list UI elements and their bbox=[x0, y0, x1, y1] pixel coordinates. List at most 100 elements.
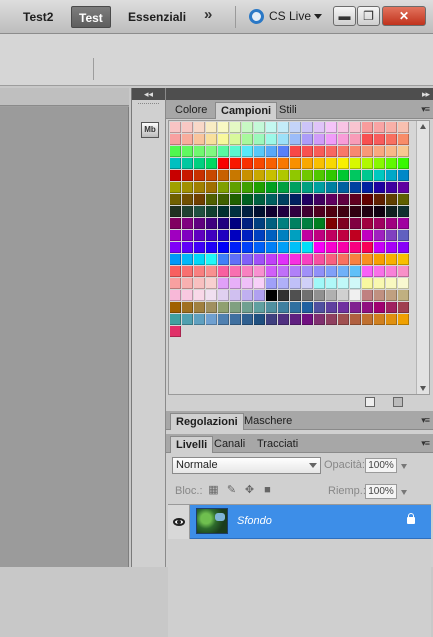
swatch[interactable] bbox=[398, 194, 409, 205]
swatch[interactable] bbox=[338, 194, 349, 205]
swatch[interactable] bbox=[350, 122, 361, 133]
swatch[interactable] bbox=[266, 146, 277, 157]
swatch[interactable] bbox=[254, 278, 265, 289]
swatch[interactable] bbox=[302, 302, 313, 313]
swatch[interactable] bbox=[326, 146, 337, 157]
swatch[interactable] bbox=[182, 158, 193, 169]
swatch[interactable] bbox=[302, 254, 313, 265]
swatch[interactable] bbox=[314, 230, 325, 241]
swatch[interactable] bbox=[278, 146, 289, 157]
swatch[interactable] bbox=[314, 266, 325, 277]
swatch[interactable] bbox=[386, 194, 397, 205]
trash-icon[interactable] bbox=[393, 397, 403, 407]
swatch[interactable] bbox=[290, 242, 301, 253]
swatch[interactable] bbox=[314, 146, 325, 157]
swatch[interactable] bbox=[206, 194, 217, 205]
swatch[interactable] bbox=[218, 218, 229, 229]
swatch[interactable] bbox=[302, 158, 313, 169]
lock-transparency-icon[interactable]: ▦ bbox=[208, 485, 219, 496]
swatch[interactable] bbox=[350, 218, 361, 229]
tab-maschere[interactable]: Maschere bbox=[239, 413, 297, 430]
swatch[interactable] bbox=[350, 230, 361, 241]
fill-slider-toggle-icon[interactable] bbox=[401, 490, 407, 495]
swatch[interactable] bbox=[242, 170, 253, 181]
swatch[interactable] bbox=[374, 182, 385, 193]
swatch[interactable] bbox=[206, 278, 217, 289]
swatch[interactable] bbox=[302, 206, 313, 217]
swatch[interactable] bbox=[242, 230, 253, 241]
swatch[interactable] bbox=[242, 302, 253, 313]
swatch[interactable] bbox=[218, 266, 229, 277]
swatch[interactable] bbox=[326, 170, 337, 181]
tab-canali[interactable]: Canali bbox=[209, 436, 250, 453]
swatch[interactable] bbox=[266, 218, 277, 229]
swatch[interactable] bbox=[386, 158, 397, 169]
swatch[interactable] bbox=[230, 134, 241, 145]
swatch[interactable] bbox=[326, 218, 337, 229]
swatch[interactable] bbox=[314, 254, 325, 265]
swatch[interactable] bbox=[338, 182, 349, 193]
swatch[interactable] bbox=[266, 254, 277, 265]
tab-tracciati[interactable]: Tracciati bbox=[252, 436, 303, 453]
swatch[interactable] bbox=[302, 314, 313, 325]
swatch[interactable] bbox=[182, 182, 193, 193]
swatch[interactable] bbox=[194, 134, 205, 145]
swatch[interactable] bbox=[302, 146, 313, 157]
workspace-test[interactable]: Test bbox=[71, 6, 111, 28]
close-button[interactable]: ✕ bbox=[382, 6, 426, 26]
cs-live-icon[interactable] bbox=[249, 9, 264, 24]
expand-panels-button[interactable]: ◂◂ bbox=[132, 88, 165, 100]
swatch[interactable] bbox=[170, 134, 181, 145]
swatch[interactable] bbox=[290, 314, 301, 325]
document-area[interactable] bbox=[0, 88, 129, 567]
swatch[interactable] bbox=[362, 242, 373, 253]
swatch[interactable] bbox=[170, 266, 181, 277]
swatch[interactable] bbox=[242, 254, 253, 265]
swatch[interactable] bbox=[350, 146, 361, 157]
swatch[interactable] bbox=[206, 266, 217, 277]
swatch[interactable] bbox=[254, 122, 265, 133]
swatch[interactable] bbox=[362, 218, 373, 229]
swatch[interactable] bbox=[338, 278, 349, 289]
swatch[interactable] bbox=[386, 134, 397, 145]
swatch[interactable] bbox=[374, 266, 385, 277]
swatch[interactable] bbox=[374, 134, 385, 145]
swatch[interactable] bbox=[386, 170, 397, 181]
swatch[interactable] bbox=[218, 302, 229, 313]
swatch[interactable] bbox=[326, 122, 337, 133]
swatch[interactable] bbox=[194, 146, 205, 157]
swatch[interactable] bbox=[350, 206, 361, 217]
swatch[interactable] bbox=[398, 302, 409, 313]
swatch[interactable] bbox=[290, 182, 301, 193]
swatch[interactable] bbox=[338, 134, 349, 145]
swatch[interactable] bbox=[170, 194, 181, 205]
swatch[interactable] bbox=[206, 134, 217, 145]
swatch[interactable] bbox=[374, 194, 385, 205]
swatch[interactable] bbox=[254, 230, 265, 241]
swatch[interactable] bbox=[278, 122, 289, 133]
swatch[interactable] bbox=[398, 218, 409, 229]
swatch[interactable] bbox=[242, 146, 253, 157]
swatch[interactable] bbox=[170, 302, 181, 313]
swatch[interactable] bbox=[254, 194, 265, 205]
swatch[interactable] bbox=[278, 242, 289, 253]
swatch[interactable] bbox=[386, 146, 397, 157]
swatch[interactable] bbox=[266, 242, 277, 253]
swatch[interactable] bbox=[398, 290, 409, 301]
swatch[interactable] bbox=[398, 146, 409, 157]
swatch[interactable] bbox=[194, 206, 205, 217]
swatch[interactable] bbox=[350, 170, 361, 181]
workspace-test2[interactable]: Test2 bbox=[16, 6, 60, 28]
swatch[interactable] bbox=[386, 218, 397, 229]
swatch[interactable] bbox=[374, 242, 385, 253]
swatch-scrollbar[interactable] bbox=[416, 121, 429, 394]
swatch[interactable] bbox=[242, 314, 253, 325]
scroll-up-icon[interactable] bbox=[420, 124, 426, 129]
swatch[interactable] bbox=[230, 158, 241, 169]
swatch[interactable] bbox=[326, 182, 337, 193]
swatch[interactable] bbox=[230, 314, 241, 325]
swatch[interactable] bbox=[278, 170, 289, 181]
swatch[interactable] bbox=[206, 230, 217, 241]
swatch[interactable] bbox=[266, 134, 277, 145]
swatch[interactable] bbox=[374, 302, 385, 313]
